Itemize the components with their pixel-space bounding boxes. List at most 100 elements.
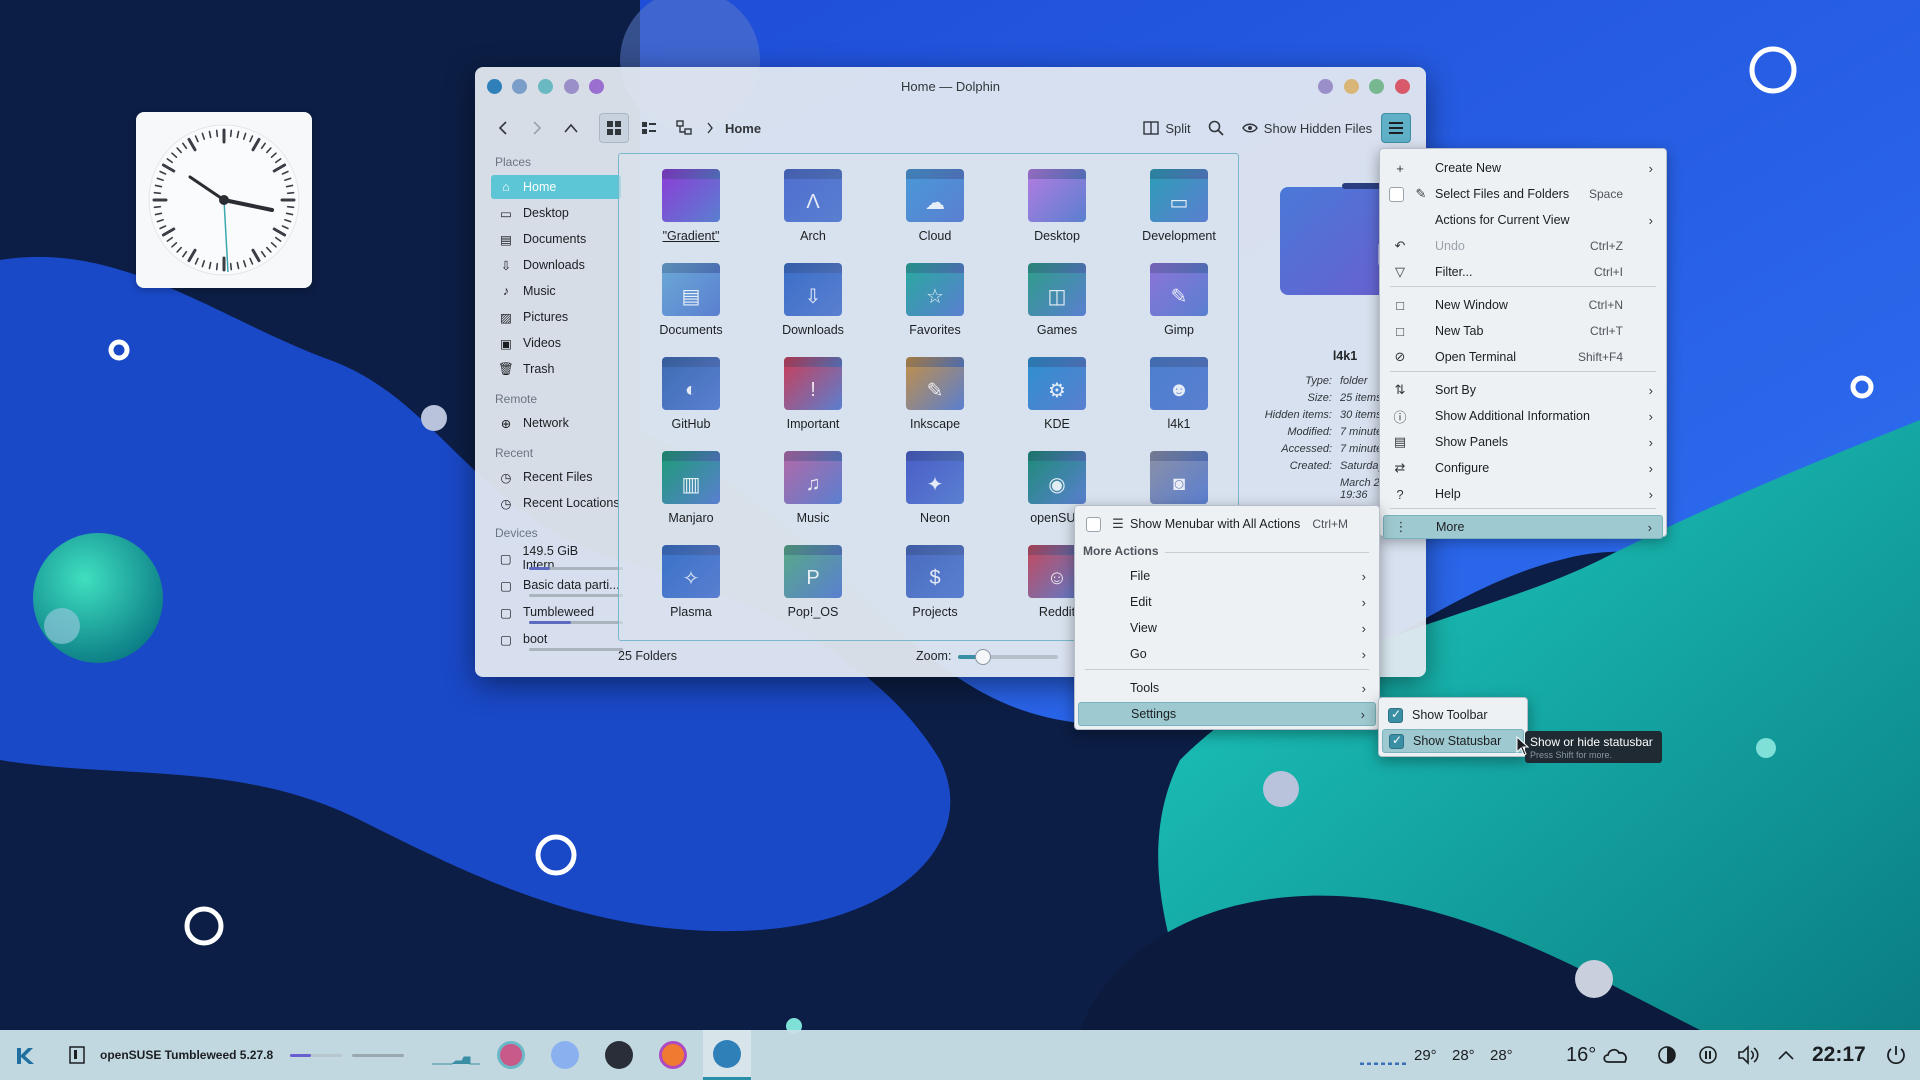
chevron-right-icon: › xyxy=(1361,594,1366,610)
menu-item-new-window[interactable]: □ New Window Ctrl+N xyxy=(1383,293,1663,317)
folder-manjaro[interactable]: ▥ Manjaro xyxy=(631,448,741,538)
maximize-button[interactable] xyxy=(1369,79,1384,94)
zoom-slider[interactable] xyxy=(958,649,1058,665)
folder-github[interactable]: ◐ GitHub xyxy=(631,354,741,444)
folder-l4k1[interactable]: ☻ l4k1 xyxy=(1119,354,1229,444)
volume-icon[interactable] xyxy=(1736,1030,1762,1080)
device-basic-data-parti[interactable]: ▢ Basic data parti... xyxy=(491,573,623,597)
menu-item-undo[interactable]: ↶ Undo Ctrl+Z xyxy=(1383,234,1663,258)
device-boot[interactable]: ▢ boot xyxy=(491,627,623,651)
place-recent-files[interactable]: ◷ Recent Files xyxy=(491,465,621,489)
folder-important[interactable]: ! Important xyxy=(753,354,863,444)
menu-item-edit[interactable]: Edit › xyxy=(1078,590,1376,614)
up-button[interactable] xyxy=(559,113,583,143)
pager-label[interactable]: openSUSE Tumbleweed 5.27.8 xyxy=(100,1030,273,1080)
menu-item-select-files-and-folders[interactable]: ✎ Select Files and Folders Space xyxy=(1383,182,1663,206)
folder-gimp[interactable]: ✎ Gimp xyxy=(1119,260,1229,350)
menu-item-more[interactable]: ⋮ More › xyxy=(1383,515,1663,539)
folder-cloud[interactable]: ☁ Cloud xyxy=(875,166,985,256)
help-button[interactable] xyxy=(1318,79,1333,94)
folder-plasma[interactable]: ✧ Plasma xyxy=(631,542,741,632)
place-videos[interactable]: ▣ Videos xyxy=(491,331,621,355)
minimize-button[interactable] xyxy=(1344,79,1359,94)
folder-kde[interactable]: ⚙ KDE xyxy=(997,354,1107,444)
menu-item-show-statusbar[interactable]: Show Statusbar xyxy=(1382,729,1524,753)
icons-view-button[interactable] xyxy=(599,113,629,143)
folder-pop-os[interactable]: P Pop!_OS xyxy=(753,542,863,632)
show-toolbar-checkbox[interactable] xyxy=(1388,707,1403,723)
place-documents[interactable]: ▤ Documents xyxy=(491,227,621,251)
search-button[interactable] xyxy=(1203,113,1229,143)
folder-projects[interactable]: $ Projects xyxy=(875,542,985,632)
menu-item-actions-for-current-view[interactable]: Actions for Current View › xyxy=(1383,208,1663,232)
folder-arch[interactable]: Λ Arch xyxy=(753,166,863,256)
show-menubar-checkbox[interactable] xyxy=(1086,516,1101,532)
close-button[interactable] xyxy=(1395,79,1410,94)
weather-cloud-icon[interactable] xyxy=(1602,1030,1630,1080)
back-button[interactable] xyxy=(491,113,515,143)
zoom-slider-handle[interactable] xyxy=(975,649,991,665)
power-icon[interactable] xyxy=(1884,1030,1908,1080)
taskbar-app-dolphin[interactable] xyxy=(703,1030,751,1080)
split-button[interactable]: Split xyxy=(1139,113,1195,143)
hamburger-menu-button[interactable] xyxy=(1381,113,1411,143)
place-label: Tumbleweed xyxy=(523,605,595,619)
menu-item-view[interactable]: View › xyxy=(1078,616,1376,640)
menu-item-tools[interactable]: Tools › xyxy=(1078,676,1376,700)
system-tray-expand-icon[interactable] xyxy=(1776,1030,1796,1080)
menu-item-filter[interactable]: ▽ Filter... Ctrl+I xyxy=(1383,260,1663,284)
place-network[interactable]: ⊕ Network xyxy=(491,411,621,435)
clock-time[interactable]: 22:17 xyxy=(1812,1030,1866,1080)
menu-item-create-new[interactable]: + Create New › xyxy=(1383,156,1663,180)
compact-view-button[interactable] xyxy=(634,113,664,143)
place-downloads[interactable]: ⇩ Downloads xyxy=(491,253,621,277)
folder-development[interactable]: ▭ Development xyxy=(1119,166,1229,256)
folder-neon[interactable]: ✦ Neon xyxy=(875,448,985,538)
place-pictures[interactable]: ▨ Pictures xyxy=(491,305,621,329)
folder-music[interactable]: ♫ Music xyxy=(753,448,863,538)
menu-item-show-menubar[interactable]: ☰ Show Menubar with All Actions Ctrl+M xyxy=(1078,512,1376,536)
place-home[interactable]: ⌂ Home xyxy=(491,175,621,199)
menu-item-help[interactable]: ? Help › xyxy=(1383,482,1663,506)
place-desktop[interactable]: ▭ Desktop xyxy=(491,201,621,225)
media-pause-icon[interactable] xyxy=(1697,1030,1719,1080)
menu-item-new-tab[interactable]: □ New Tab Ctrl+T xyxy=(1383,319,1663,343)
menu-item-settings[interactable]: Settings › xyxy=(1078,702,1376,726)
folder-downloads[interactable]: ⇩ Downloads xyxy=(753,260,863,350)
place-music[interactable]: ♪ Music xyxy=(491,279,621,303)
select-mode-checkbox[interactable] xyxy=(1389,186,1404,202)
show-statusbar-checkbox[interactable] xyxy=(1389,733,1404,749)
folder-inkscape[interactable]: ✎ Inkscape xyxy=(875,354,985,444)
show-desktop-button[interactable] xyxy=(66,1030,88,1080)
menu-item-show-toolbar[interactable]: Show Toolbar xyxy=(1382,703,1524,727)
night-color-icon[interactable] xyxy=(1656,1030,1678,1080)
title-bar[interactable]: Home — Dolphin xyxy=(475,67,1426,107)
taskbar-app-3[interactable] xyxy=(603,1030,635,1080)
weather-temperature[interactable]: 16° xyxy=(1566,1030,1596,1080)
show-hidden-files-button[interactable]: Show Hidden Files xyxy=(1241,113,1373,143)
folder-favorites[interactable]: ☆ Favorites xyxy=(875,260,985,350)
taskbar-app-discover[interactable] xyxy=(549,1030,581,1080)
taskbar-app-1[interactable] xyxy=(495,1030,527,1080)
menu-item-show-panels[interactable]: ▤ Show Panels › xyxy=(1383,430,1663,454)
folder-desktop[interactable]: Desktop xyxy=(997,166,1107,256)
folder-games[interactable]: ◫ Games xyxy=(997,260,1107,350)
taskbar-app-firefox[interactable] xyxy=(657,1030,689,1080)
menu-item-configure[interactable]: ⇄ Configure › xyxy=(1383,456,1663,480)
folder-label: Pop!_OS xyxy=(787,605,839,619)
menu-item-sort-by[interactable]: ⇅ Sort By › xyxy=(1383,378,1663,402)
folder-gradient[interactable]: "Gradient" xyxy=(631,166,741,256)
device-tumbleweed[interactable]: ▢ Tumbleweed xyxy=(491,600,623,624)
place-recent-locations[interactable]: ◷ Recent Locations xyxy=(491,491,621,515)
details-view-button[interactable] xyxy=(669,113,699,143)
folder-documents[interactable]: ▤ Documents xyxy=(631,260,741,350)
forward-button[interactable] xyxy=(525,113,549,143)
application-launcher-button[interactable] xyxy=(10,1030,42,1080)
device-149-5-gib-intern[interactable]: ▢ 149.5 GiB Intern... xyxy=(491,544,623,572)
menu-item-show-additional-information[interactable]: ⓘ Show Additional Information › xyxy=(1383,404,1663,428)
breadcrumb-home[interactable]: Home xyxy=(721,113,765,143)
menu-item-open-terminal[interactable]: ⊘ Open Terminal Shift+F4 xyxy=(1383,345,1663,369)
menu-item-go[interactable]: Go › xyxy=(1078,642,1376,666)
place-trash[interactable]: 🗑 Trash xyxy=(491,357,621,381)
menu-item-file[interactable]: File › xyxy=(1078,564,1376,588)
